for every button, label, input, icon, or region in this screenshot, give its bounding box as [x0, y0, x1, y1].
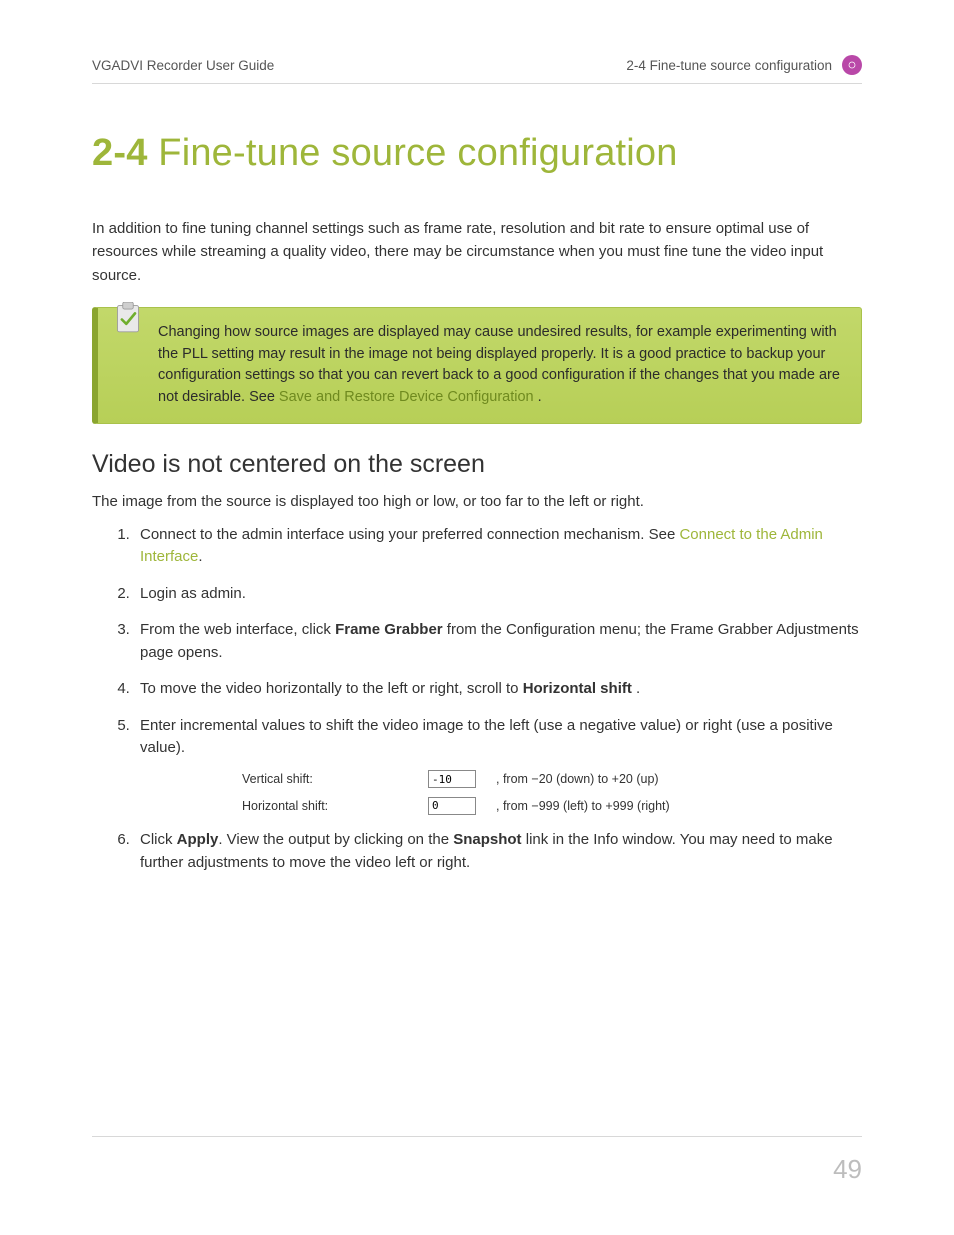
step-5: Enter incremental values to shift the vi…: [134, 715, 862, 816]
shift-settings-illustration: Vertical shift: , from −20 (down) to +20…: [242, 770, 862, 816]
footer-divider: [92, 1136, 862, 1137]
horizontal-shift-input[interactable]: [428, 797, 476, 815]
horizontal-shift-label: Horizontal shift:: [242, 797, 422, 816]
step-3: From the web interface, click Frame Grab…: [134, 619, 862, 664]
clipboard-check-icon: [114, 302, 142, 334]
vertical-shift-hint: , from −20 (down) to +20 (up): [496, 770, 862, 789]
sub-paragraph: The image from the source is displayed t…: [92, 493, 862, 510]
step-1: Connect to the admin interface using you…: [134, 524, 862, 569]
page-title: 2-4 Fine-tune source configuration: [92, 132, 862, 175]
step-6-before-b1: Click: [140, 831, 177, 848]
step-6: Click Apply. View the output by clicking…: [134, 829, 862, 874]
step-6-bold-apply: Apply: [177, 831, 219, 848]
header-left: VGADVI Recorder User Guide: [92, 58, 274, 73]
subheading-video-not-centered: Video is not centered on the screen: [92, 450, 862, 479]
brand-logo-icon: [842, 55, 862, 75]
vertical-shift-input[interactable]: [428, 770, 476, 788]
step-3-before: From the web interface, click: [140, 621, 335, 638]
step-6-bold-snapshot: Snapshot: [453, 831, 521, 848]
step-6-mid: . View the output by clicking on the: [218, 831, 453, 848]
vertical-shift-label: Vertical shift:: [242, 770, 422, 789]
step-3-bold: Frame Grabber: [335, 621, 443, 638]
step-4-after: .: [632, 680, 640, 697]
page-number: 49: [833, 1154, 862, 1185]
page-header: VGADVI Recorder User Guide 2-4 Fine-tune…: [92, 55, 862, 84]
steps-list: Connect to the admin interface using you…: [92, 524, 862, 875]
note-text-after: .: [538, 389, 542, 405]
step-2: Login as admin.: [134, 583, 862, 606]
step-5-text: Enter incremental values to shift the vi…: [140, 717, 833, 757]
step-4-before: To move the video horizontally to the le…: [140, 680, 523, 697]
title-text: Fine-tune source configuration: [158, 132, 677, 174]
horizontal-shift-hint: , from −999 (left) to +999 (right): [496, 797, 862, 816]
section-number: 2-4: [92, 132, 148, 174]
step-4-bold: Horizontal shift: [523, 680, 632, 697]
step-4: To move the video horizontally to the le…: [134, 678, 862, 701]
step-1-after: .: [198, 548, 202, 565]
note-callout: Changing how source images are displayed…: [92, 307, 862, 424]
header-right: 2-4 Fine-tune source configuration: [626, 58, 832, 73]
intro-paragraph: In addition to fine tuning channel setti…: [92, 217, 862, 287]
step-1-text: Connect to the admin interface using you…: [140, 526, 679, 543]
note-link-save-restore[interactable]: Save and Restore Device Configuration: [279, 389, 534, 405]
